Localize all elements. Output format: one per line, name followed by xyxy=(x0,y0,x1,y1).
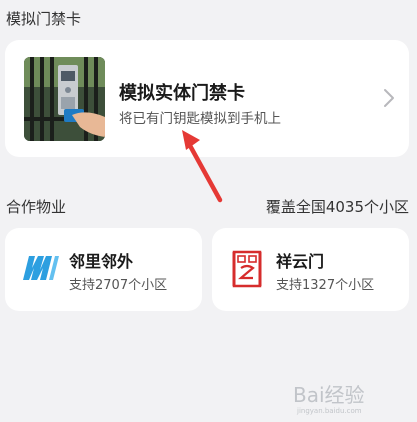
card-title: 模拟实体门禁卡 xyxy=(119,83,245,104)
svg-text:Bai经验: Bai经验 xyxy=(293,383,365,407)
cooperation-label: 合作物业 xyxy=(6,198,67,216)
chevron-right-icon xyxy=(384,89,394,107)
baidu-watermark: Bai经验 jingyan.baidu.com xyxy=(293,383,365,415)
simulate-physical-card[interactable]: 模拟实体门禁卡 将已有门钥匙模拟到手机上 xyxy=(5,40,409,157)
xiangyun-logo-icon xyxy=(232,250,262,288)
partner-count: 支持1327个小区 xyxy=(276,278,375,293)
door-access-photo xyxy=(24,57,105,141)
card-subtitle: 将已有门钥匙模拟到手机上 xyxy=(119,111,281,127)
partner-card-linli[interactable]: 邻里邻外 支持2707个小区 xyxy=(5,228,202,311)
section-title: 模拟门禁卡 xyxy=(6,10,82,28)
partner-name: 祥云门 xyxy=(276,252,325,271)
partner-count: 支持2707个小区 xyxy=(69,278,168,293)
partner-card-xiangyun[interactable]: 祥云门 支持1327个小区 xyxy=(212,228,409,311)
linli-logo-icon xyxy=(23,256,59,280)
partner-name: 邻里邻外 xyxy=(69,252,134,271)
coverage-text: 覆盖全国4035个小区 xyxy=(265,198,409,216)
svg-text:jingyan.baidu.com: jingyan.baidu.com xyxy=(296,407,362,415)
